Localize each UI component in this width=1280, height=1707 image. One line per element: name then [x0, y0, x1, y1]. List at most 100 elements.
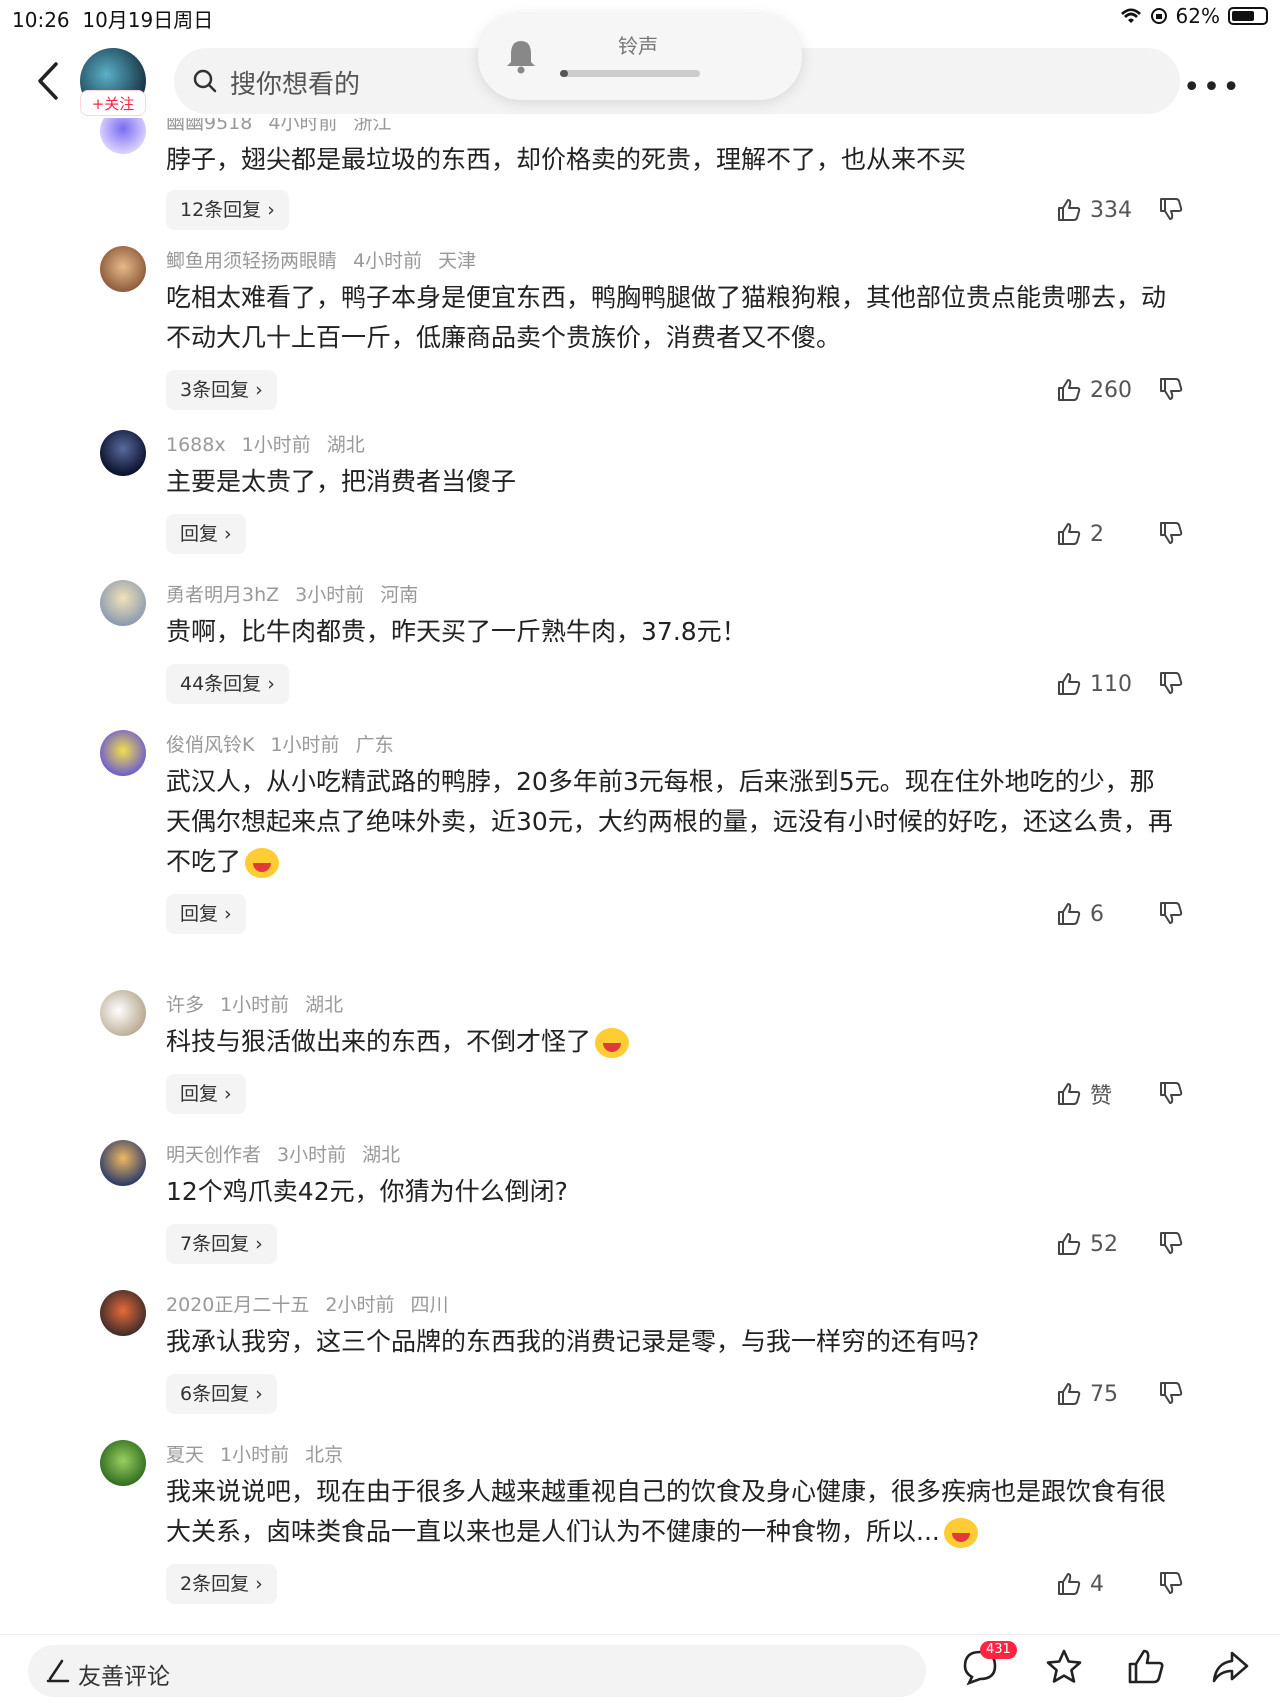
- username[interactable]: 明天创作者: [166, 1144, 261, 1166]
- comment-actions: 3条回复 › 260: [166, 370, 1196, 410]
- share-icon[interactable]: [1210, 1647, 1250, 1687]
- reply-button[interactable]: 回复 ›: [166, 514, 246, 554]
- thumbs-down-icon[interactable]: [1158, 670, 1184, 696]
- username[interactable]: 许多: [166, 994, 204, 1016]
- back-icon[interactable]: [30, 58, 66, 104]
- comment-time: 1小时前: [241, 434, 311, 456]
- clock: 10:26: [12, 8, 70, 32]
- thumbs-down-icon[interactable]: [1158, 1380, 1184, 1406]
- like-button[interactable]: 2: [1056, 518, 1104, 550]
- like-button[interactable]: 4: [1056, 1568, 1104, 1600]
- user-avatar[interactable]: [100, 430, 146, 476]
- reply-button[interactable]: 44条回复 ›: [166, 664, 289, 704]
- user-avatar[interactable]: [100, 246, 146, 292]
- username[interactable]: 1688x: [166, 434, 226, 456]
- username[interactable]: 2020正月二十五: [166, 1294, 309, 1316]
- reply-button[interactable]: 12条回复 ›: [166, 190, 289, 230]
- star-icon[interactable]: [1044, 1647, 1084, 1687]
- comment-location: 天津: [438, 250, 477, 272]
- comment-location: 湖北: [305, 994, 344, 1016]
- comment-text: 吃相太难看了，鸭子本身是便宜东西，鸭胸鸭腿做了猫粮狗粮，其他部位贵点能贵哪去，动…: [166, 283, 1167, 352]
- search-placeholder: 搜你想看的: [230, 70, 361, 100]
- comment-text: 我来说说吧，现在由于很多人越来越重视自己的饮食及身心健康，很多疾病也是跟饮食有很…: [166, 1472, 1176, 1552]
- user-avatar[interactable]: [100, 990, 146, 1036]
- laughing-crying-emoji-icon: [245, 848, 280, 878]
- user-avatar[interactable]: [100, 1290, 146, 1336]
- user-avatar[interactable]: [100, 1140, 146, 1186]
- ringer-level-fill: [560, 70, 569, 77]
- comment-text: 我承认我穷，这三个品牌的东西我的消费记录是零，与我一样穷的还有吗?: [166, 1327, 980, 1356]
- comment-actions: 回复 › 6: [166, 894, 1196, 934]
- user-avatar[interactable]: [100, 1440, 146, 1486]
- search-icon: [193, 69, 217, 93]
- like-button[interactable]: 260: [1056, 374, 1132, 406]
- comment-text: 脖子，翅尖都是最垃圾的东西，却价格卖的死贵，理解不了，也从来不买: [166, 145, 967, 174]
- ringer-level-track: [560, 70, 700, 77]
- user-avatar[interactable]: [100, 118, 146, 154]
- comment-actions: 44条回复 › 110: [166, 664, 1196, 704]
- thumbs-up-icon: [1058, 199, 1081, 221]
- username[interactable]: 俊俏风铃K: [166, 734, 254, 756]
- user-avatar[interactable]: [100, 730, 146, 776]
- username[interactable]: 夏天: [166, 1444, 204, 1466]
- user-avatar[interactable]: [100, 580, 146, 626]
- laughing-crying-emoji-icon: [595, 1028, 630, 1058]
- comment-location: 湖北: [326, 434, 365, 456]
- like-count: 4: [1090, 1571, 1104, 1597]
- more-icon[interactable]: •••: [1183, 70, 1242, 105]
- thumbs-down-icon[interactable]: [1158, 520, 1184, 546]
- like-button[interactable]: 334: [1056, 194, 1132, 226]
- comment-text: 12个鸡爪卖42元，你猜为什么倒闭?: [166, 1177, 568, 1206]
- comment-placeholder: 友善评论: [78, 1664, 170, 1690]
- username[interactable]: 勇者明月3hZ: [166, 584, 279, 606]
- like-count: 334: [1090, 197, 1132, 223]
- comment-meta: 幽幽9518 4小时前 浙江: [166, 118, 407, 135]
- comment-text: 武汉人，从小吃精武路的鸭脖，20多年前3元每根，后来涨到5元。现在住外地吃的少，…: [166, 762, 1176, 882]
- like-button[interactable]: 110: [1056, 668, 1132, 700]
- like-button[interactable]: 6: [1056, 898, 1104, 930]
- reply-button[interactable]: 2条回复 ›: [166, 1564, 277, 1604]
- thumbs-up-icon: [1058, 1233, 1081, 1255]
- comment-meta: 2020正月二十五 2小时前 四川: [166, 1290, 464, 1317]
- comment-location: 浙江: [353, 118, 392, 134]
- comment-input[interactable]: 友善评论: [28, 1645, 926, 1697]
- thumbs-down-icon[interactable]: [1158, 900, 1184, 926]
- reply-button[interactable]: 3条回复 ›: [166, 370, 277, 410]
- like-count: 260: [1090, 377, 1132, 403]
- status-right: 62%: [1120, 4, 1268, 28]
- date: 10月19日周日: [82, 8, 214, 32]
- reply-button[interactable]: 6条回复 ›: [166, 1374, 277, 1414]
- comment-actions: 回复 › 赞: [166, 1074, 1196, 1114]
- username[interactable]: 幽幽9518: [166, 118, 252, 134]
- comment-count-badge: 431: [980, 1641, 1017, 1659]
- like-button[interactable]: 52: [1056, 1228, 1118, 1260]
- comment-time: 4小时前: [353, 250, 423, 272]
- thumbs-down-icon[interactable]: [1158, 196, 1184, 222]
- like-button[interactable]: 75: [1056, 1378, 1118, 1410]
- comment-time: 1小时前: [270, 734, 340, 756]
- reply-button[interactable]: 7条回复 ›: [166, 1224, 277, 1264]
- comment-text-content: 武汉人，从小吃精武路的鸭脖，20多年前3元每根，后来涨到5元。现在住外地吃的少，…: [166, 767, 1173, 876]
- comment-time: 4小时前: [268, 118, 338, 134]
- reply-button[interactable]: 回复 ›: [166, 894, 246, 934]
- thumbs-up-icon: [1058, 903, 1081, 925]
- reply-button[interactable]: 回复 ›: [166, 1074, 246, 1114]
- like-count: 赞: [1090, 1084, 1113, 1109]
- follow-button[interactable]: +关注: [80, 90, 146, 116]
- comment-text: 贵啊，比牛肉都贵，昨天买了一斤熟牛肉，37.8元！: [166, 617, 747, 646]
- status-time: 10:26 10月19日周日: [12, 4, 213, 33]
- ringer-volume-hud: 铃声: [478, 14, 802, 100]
- thumbs-up-icon: [1058, 1383, 1081, 1405]
- like-icon[interactable]: [1126, 1647, 1166, 1687]
- thumbs-down-icon[interactable]: [1158, 1080, 1184, 1106]
- thumbs-down-icon[interactable]: [1158, 1570, 1184, 1596]
- comment-location: 湖北: [362, 1144, 401, 1166]
- comment-actions: 12条回复 › 334: [166, 190, 1196, 230]
- thumbs-down-icon[interactable]: [1158, 1230, 1184, 1256]
- comment-meta: 明天创作者 3小时前 湖北: [166, 1140, 416, 1167]
- comment-time: 2小时前: [325, 1294, 395, 1316]
- comment-meta: 1688x 1小时前 湖北: [166, 430, 381, 457]
- thumbs-down-icon[interactable]: [1158, 376, 1184, 402]
- like-button[interactable]: 赞: [1056, 1078, 1112, 1110]
- username[interactable]: 鲫鱼用须轻扬两眼睛: [166, 250, 337, 272]
